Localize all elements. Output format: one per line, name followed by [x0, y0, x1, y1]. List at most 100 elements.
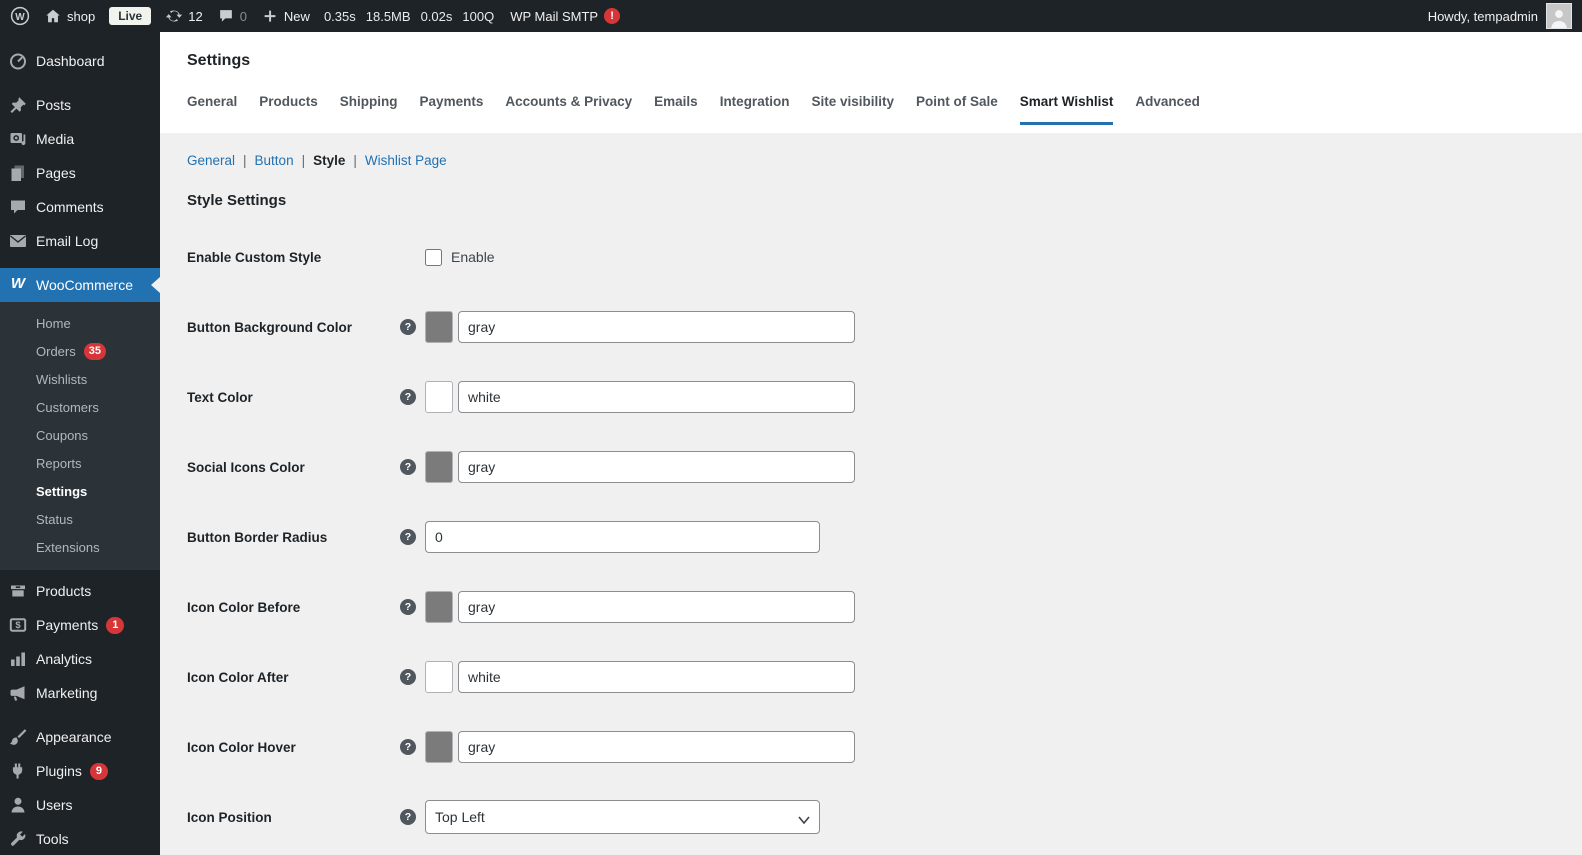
howdy-account-link[interactable]: Howdy, tempadmin [1428, 9, 1538, 24]
icon-color-before-input[interactable] [458, 591, 855, 623]
color-swatch[interactable] [425, 661, 453, 693]
field-row-icon-position: Icon Position Top Left [187, 800, 1582, 834]
tab-products[interactable]: Products [259, 94, 318, 125]
tab-integration[interactable]: Integration [720, 94, 790, 125]
sidebar-item-email-log[interactable]: Email Log [0, 224, 160, 258]
sidebar-item-appearance[interactable]: Appearance [0, 720, 160, 754]
subnav-button-link[interactable]: Button [255, 153, 294, 168]
color-swatch[interactable] [425, 381, 453, 413]
field-label: Button Background Color [187, 319, 352, 335]
sidebar-item-posts[interactable]: Posts [0, 88, 160, 122]
stat-memory: 18.5MB [365, 8, 411, 24]
sidebar-item-analytics[interactable]: Analytics [0, 642, 160, 676]
subnav-wishlist-page-link[interactable]: Wishlist Page [365, 153, 447, 168]
submenu-item-extensions[interactable]: Extensions [0, 533, 160, 561]
sidebar-item-media[interactable]: Media [0, 122, 160, 156]
icon-position-select[interactable]: Top Left [425, 800, 820, 834]
button-border-radius-input[interactable] [425, 521, 820, 553]
button-background-color-input[interactable] [458, 311, 855, 343]
help-icon[interactable] [400, 809, 416, 825]
wishlist-subnav: General | Button | Style | Wishlist Page [187, 153, 1582, 168]
wordpress-menu[interactable]: W [10, 6, 30, 26]
page-title: Settings [187, 52, 251, 69]
sidebar-item-plugins[interactable]: Plugins 9 [0, 754, 160, 788]
submenu-item-reports[interactable]: Reports [0, 449, 160, 477]
payments-count-badge: 1 [106, 616, 125, 634]
enable-custom-style-checkbox[interactable] [425, 248, 442, 266]
submenu-item-home[interactable]: Home [0, 309, 160, 337]
color-swatch[interactable] [425, 311, 453, 343]
sidebar-item-marketing[interactable]: Marketing [0, 676, 160, 710]
submenu-item-settings[interactable]: Settings [0, 477, 160, 505]
tab-site-visibility[interactable]: Site visibility [811, 94, 894, 125]
admin-bar: W shop Live 12 0 New 0.35s 18.5MB 0.02s … [0, 0, 1582, 32]
enable-checkbox-label[interactable]: Enable [451, 249, 495, 265]
user-icon [8, 795, 28, 815]
sidebar-item-label: Marketing [36, 685, 98, 701]
submenu-label: Home [36, 315, 71, 331]
field-label: Icon Color Before [187, 599, 301, 615]
sidebar-item-label: Products [36, 583, 92, 599]
color-swatch[interactable] [425, 591, 453, 623]
tab-advanced[interactable]: Advanced [1135, 94, 1200, 125]
woocommerce-icon: W [10, 275, 26, 292]
help-icon[interactable] [400, 599, 416, 615]
user-avatar[interactable] [1546, 3, 1572, 29]
new-content-menu[interactable]: New [261, 7, 310, 25]
submenu-item-coupons[interactable]: Coupons [0, 421, 160, 449]
pages-icon [8, 163, 28, 183]
subnav-general-link[interactable]: General [187, 153, 235, 168]
tab-emails[interactable]: Emails [654, 94, 698, 125]
admin-bar-right: Howdy, tempadmin [1428, 3, 1572, 29]
sidebar-item-payments[interactable]: $ Payments 1 [0, 608, 160, 642]
help-icon[interactable] [400, 739, 416, 755]
subnav-separator: | [353, 153, 357, 168]
plug-icon [8, 761, 28, 781]
submenu-item-orders[interactable]: Orders 35 [0, 337, 160, 365]
icon-color-hover-input[interactable] [458, 731, 855, 763]
field-label: Icon Color Hover [187, 739, 296, 755]
tab-general[interactable]: General [187, 94, 237, 125]
help-icon[interactable] [400, 389, 416, 405]
field-row-icon-color-before: Icon Color Before [187, 590, 1582, 624]
sidebar-item-dashboard[interactable]: Dashboard [0, 44, 160, 78]
help-icon[interactable] [400, 669, 416, 685]
sidebar-item-users[interactable]: Users [0, 788, 160, 822]
field-row-social-icons-color: Social Icons Color [187, 450, 1582, 484]
sidebar-item-woocommerce[interactable]: W WooCommerce [0, 268, 160, 302]
wp-mail-smtp-menu[interactable]: WP Mail SMTP ! [510, 8, 621, 24]
tab-smart-wishlist[interactable]: Smart Wishlist [1019, 94, 1114, 125]
tab-payments[interactable]: Payments [420, 94, 484, 125]
subnav-separator: | [301, 153, 306, 168]
wp-mail-smtp-label: WP Mail SMTP [510, 8, 599, 24]
help-icon[interactable] [400, 529, 416, 545]
submenu-item-customers[interactable]: Customers [0, 393, 160, 421]
help-icon[interactable] [400, 459, 416, 475]
sidebar-item-products[interactable]: Products [0, 574, 160, 608]
tab-point-of-sale[interactable]: Point of Sale [916, 94, 998, 125]
help-icon[interactable] [400, 319, 416, 335]
updates-menu[interactable]: 12 [165, 7, 203, 25]
icon-color-after-input[interactable] [458, 661, 855, 693]
submenu-label: Customers [36, 399, 99, 415]
text-color-input[interactable] [458, 381, 855, 413]
field-row-button-background-color: Button Background Color [187, 310, 1582, 344]
submenu-item-status[interactable]: Status [0, 505, 160, 533]
megaphone-icon [8, 683, 28, 703]
comments-menu[interactable]: 0 [217, 7, 247, 25]
submenu-item-wishlists[interactable]: Wishlists [0, 365, 160, 393]
social-icons-color-input[interactable] [458, 451, 855, 483]
sidebar-item-pages[interactable]: Pages [0, 156, 160, 190]
submenu-label: Wishlists [36, 371, 88, 387]
submenu-label: Coupons [36, 427, 89, 443]
tab-accounts-privacy[interactable]: Accounts & Privacy [505, 94, 632, 125]
live-badge[interactable]: Live [109, 7, 152, 25]
box-icon [8, 581, 28, 601]
color-swatch[interactable] [425, 451, 453, 483]
tab-shipping[interactable]: Shipping [340, 94, 398, 125]
sidebar-item-comments[interactable]: Comments [0, 190, 160, 224]
sidebar-item-tools[interactable]: Tools [0, 822, 160, 855]
site-link[interactable]: shop [44, 7, 95, 25]
sidebar-item-label: Email Log [36, 233, 99, 249]
color-swatch[interactable] [425, 731, 453, 763]
